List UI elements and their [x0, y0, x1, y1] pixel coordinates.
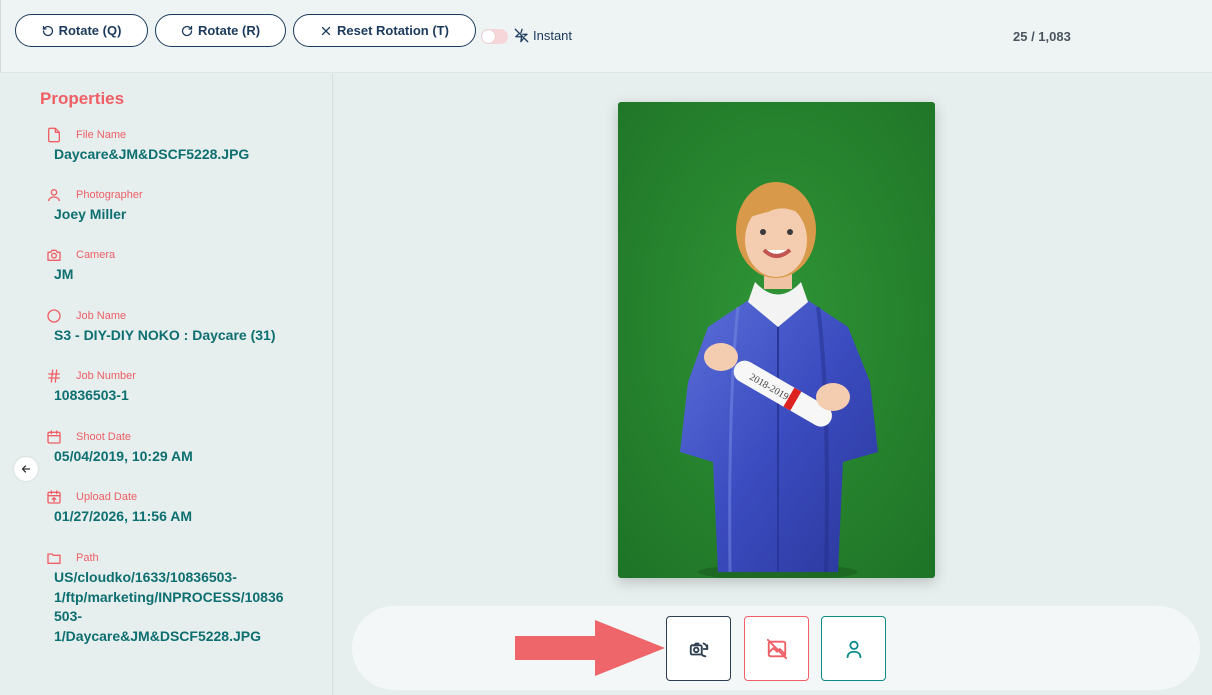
calendar-upload-icon — [46, 489, 62, 505]
calendar-icon — [46, 429, 62, 445]
path-line: 1/Daycare&JM&DSCF5228.JPG — [54, 627, 261, 644]
property-value: Daycare&JM&DSCF5228.JPG — [54, 146, 250, 162]
rotate-image-button[interactable] — [666, 616, 731, 681]
rotate-left-label: Rotate (Q) — [58, 23, 122, 38]
property-value: 05/04/2019, 10:29 AM — [54, 448, 193, 464]
close-icon — [321, 26, 331, 35]
properties-title: Properties — [40, 89, 125, 108]
property-value: 01/27/2026, 11:56 AM — [54, 508, 193, 524]
rotate-ccw-icon — [42, 25, 53, 36]
property-label: Shoot Date — [76, 431, 132, 443]
hash-icon — [46, 368, 62, 384]
reset-rotation-label: Reset Rotation (T) — [337, 23, 449, 38]
property-value: 10836503-1 — [54, 387, 129, 403]
instant-toggle[interactable] — [481, 29, 508, 44]
camera-icon — [46, 247, 62, 263]
toolbar: Rotate (Q) Rotate (R) Reset Rotation (T)… — [0, 0, 1212, 73]
folder-icon — [46, 550, 62, 566]
rotate-camera-icon — [689, 642, 708, 657]
graduate-photo: 2018-2019 — [618, 102, 935, 578]
property-label: Upload Date — [76, 491, 138, 503]
property-value: JM — [54, 266, 74, 282]
path-line: 1/ftp/marketing/INPROCESS/10836 — [54, 588, 284, 605]
user-icon — [46, 187, 62, 203]
property-label: File Name — [76, 129, 127, 141]
toggle-knob — [482, 30, 495, 43]
reset-rotation-button[interactable]: Reset Rotation (T) — [293, 14, 476, 47]
property-label: Job Number — [76, 370, 136, 382]
rotate-right-label: Rotate (R) — [197, 23, 261, 38]
exclude-image-button[interactable] — [744, 616, 809, 681]
person-button[interactable] — [821, 616, 886, 681]
property-value: S3 - DIY-DIY NOKO : Daycare (31) — [54, 327, 276, 343]
property-value: US/cloudko/1633/10836503- 1/ftp/marketin… — [54, 568, 304, 646]
image-counter: 25 / 1,083 — [1013, 29, 1071, 44]
instant-setting: Instant — [514, 28, 572, 43]
rotate-right-button[interactable]: Rotate (R) — [155, 14, 286, 47]
property-label: Photographer — [76, 189, 143, 201]
properties-panel: Properties File Name Daycare&JM&DSCF5228… — [0, 74, 333, 695]
path-line: US/cloudko/1633/10836503- — [54, 569, 237, 585]
annotation-arrow — [515, 620, 665, 676]
circle-icon — [46, 308, 62, 324]
property-value: Joey Miller — [54, 206, 127, 222]
file-icon — [46, 127, 62, 143]
rotate-left-button[interactable]: Rotate (Q) — [15, 14, 148, 47]
collapse-panel-button[interactable] — [14, 457, 38, 481]
instant-label: Instant — [533, 28, 573, 43]
property-label: Camera — [76, 249, 116, 261]
arrow-left-icon — [21, 465, 31, 473]
property-label: Path — [76, 552, 99, 564]
zap-off-icon — [514, 28, 529, 43]
person-icon — [846, 640, 861, 658]
photo-preview: 2018-2019 — [618, 102, 935, 578]
property-label: Job Name — [76, 310, 127, 322]
rotate-cw-icon — [181, 25, 193, 36]
path-line: 503- — [54, 608, 83, 624]
image-off-icon — [766, 638, 787, 659]
